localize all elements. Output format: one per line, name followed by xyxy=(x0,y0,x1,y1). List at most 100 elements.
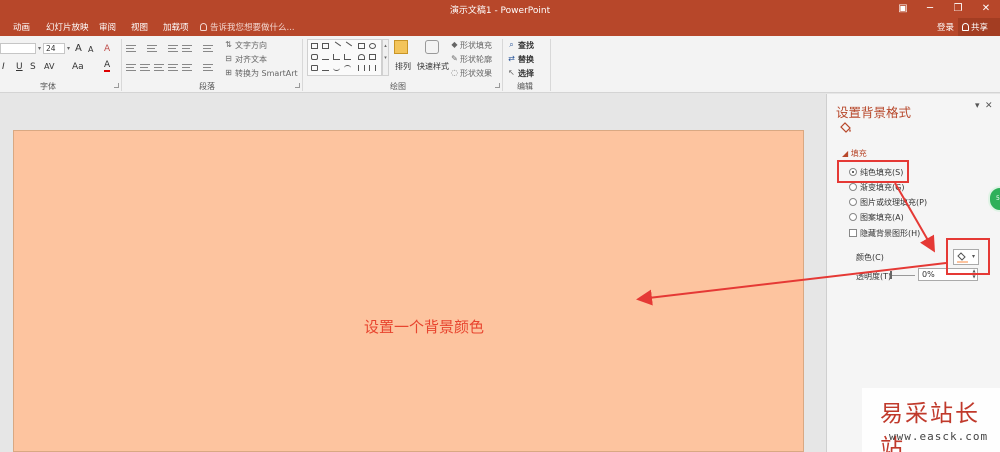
vertical-textbox-shape-icon[interactable] xyxy=(322,43,329,49)
justify-icon[interactable] xyxy=(168,64,178,71)
line-spacing-icon[interactable] xyxy=(203,45,213,52)
select-button[interactable]: 选择 xyxy=(518,68,534,79)
group-separator xyxy=(302,39,303,91)
tell-me-search[interactable]: 告诉我您想要做什么... xyxy=(200,21,295,33)
bullets-icon[interactable] xyxy=(126,45,136,52)
pattern-fill-radio[interactable] xyxy=(849,213,857,221)
close-icon[interactable]: ✕ xyxy=(978,2,994,16)
shadow-icon[interactable]: S xyxy=(30,62,36,72)
slide-canvas[interactable] xyxy=(13,130,804,452)
freeform-shape-icon[interactable] xyxy=(311,65,318,71)
pane-close-icon[interactable]: ✕ xyxy=(985,101,993,111)
curve-shape-icon[interactable] xyxy=(322,65,329,71)
group-separator xyxy=(550,39,551,91)
align-text-icon: ⊟ xyxy=(225,54,232,63)
pattern-fill-label[interactable]: 图案填充(A) xyxy=(860,212,904,223)
replace-button[interactable]: 替换 xyxy=(518,54,534,65)
font-color-icon[interactable]: A xyxy=(104,61,111,72)
align-center-icon[interactable] xyxy=(140,64,150,71)
line-shape-icon[interactable] xyxy=(331,41,342,51)
text-direction-button[interactable]: 文字方向 xyxy=(235,40,267,51)
find-icon: ⌕ xyxy=(509,40,514,49)
find-button[interactable]: 查找 xyxy=(518,40,534,51)
arrow-shape-icon[interactable] xyxy=(342,41,353,51)
shrink-font-icon[interactable]: A xyxy=(88,45,93,54)
transparency-label: 透明度(T) xyxy=(856,272,892,281)
clear-formatting-icon[interactable]: A xyxy=(104,44,110,54)
gradient-fill-label[interactable]: 渐变填充(G) xyxy=(860,182,904,193)
pane-options-icon[interactable]: ▾ xyxy=(975,101,980,111)
paragraph-dialog-launcher-icon[interactable] xyxy=(295,83,300,88)
gradient-fill-radio[interactable] xyxy=(849,183,857,191)
hide-background-graphics-label[interactable]: 隐藏背景图形(H) xyxy=(860,228,920,239)
annotation-box-solid-fill xyxy=(837,160,909,183)
oval-shape-icon[interactable] xyxy=(369,43,376,49)
shapes-gallery[interactable] xyxy=(307,39,382,76)
minimize-icon[interactable]: ─ xyxy=(922,2,938,16)
right-arrow-shape-icon[interactable] xyxy=(358,54,365,60)
shape-effects-button[interactable]: 形状效果 xyxy=(460,68,492,79)
elbow-connector-shape-icon[interactable] xyxy=(333,54,340,60)
numbering-icon[interactable] xyxy=(147,45,157,52)
share-label: 共享 xyxy=(971,23,989,33)
group-separator xyxy=(121,39,122,91)
underline-icon[interactable]: U xyxy=(16,62,23,72)
align-left-icon[interactable] xyxy=(126,64,136,71)
grow-font-icon[interactable]: A xyxy=(75,43,82,54)
arrange-button[interactable]: 排列 xyxy=(395,61,411,72)
shape-fill-button[interactable]: 形状填充 xyxy=(460,40,492,51)
font-name-input[interactable] xyxy=(0,43,36,54)
change-case-icon[interactable]: Aa xyxy=(72,62,84,72)
increase-indent-icon[interactable] xyxy=(182,45,192,52)
ribbon-display-options-icon[interactable]: ▣ xyxy=(895,2,911,16)
slide-text[interactable]: 设置一个背景颜色 xyxy=(364,316,484,337)
rounded-rectangle-shape-icon[interactable] xyxy=(311,54,318,60)
hide-background-graphics-checkbox[interactable] xyxy=(849,229,857,237)
align-right-icon[interactable] xyxy=(154,64,164,71)
watermark-name: 易采站长站 xyxy=(880,401,980,452)
transparency-slider-handle[interactable] xyxy=(890,271,892,279)
quick-styles-button[interactable]: 快速样式 xyxy=(417,61,449,72)
curved-connector-shape-icon[interactable] xyxy=(344,54,351,60)
italic-icon[interactable]: I xyxy=(2,62,5,72)
picture-fill-label[interactable]: 图片或纹理填充(P) xyxy=(860,197,927,208)
arrange-icon xyxy=(394,40,408,54)
align-text-button[interactable]: 对齐文本 xyxy=(235,54,267,65)
down-arrow-shape-icon[interactable] xyxy=(369,54,376,60)
font-size-input[interactable]: 24 xyxy=(43,43,65,54)
tab-review[interactable]: 审阅 xyxy=(99,21,116,33)
character-spacing-icon[interactable]: AV xyxy=(44,62,54,71)
fill-section-header[interactable]: ◢ 填充 xyxy=(842,148,867,159)
wave-shape-icon[interactable] xyxy=(344,65,351,71)
restore-icon[interactable]: ❐ xyxy=(950,2,966,16)
rectangle-shape-icon[interactable] xyxy=(358,43,365,49)
title-bar: 演示文稿1 - PowerPoint ▣ ─ ❐ ✕ xyxy=(0,0,1000,18)
picture-fill-radio[interactable] xyxy=(849,198,857,206)
chevron-down-icon[interactable]: ▾ xyxy=(64,45,73,53)
share-button[interactable]: 共享 xyxy=(958,18,1000,36)
drawing-dialog-launcher-icon[interactable] xyxy=(495,83,500,88)
gallery-scroll[interactable]: ▴ ▾ xyxy=(382,39,389,76)
distribute-icon[interactable] xyxy=(182,64,192,71)
tab-view[interactable]: 视图 xyxy=(131,21,148,33)
triangle-shape-icon[interactable] xyxy=(322,54,329,60)
arc-shape-icon[interactable] xyxy=(333,65,340,71)
bracket-shape-icon[interactable] xyxy=(369,65,376,71)
font-dialog-launcher-icon[interactable] xyxy=(114,83,119,88)
textbox-shape-icon[interactable] xyxy=(311,43,318,49)
shape-outline-button[interactable]: 形状轮廓 xyxy=(460,54,492,65)
login-link[interactable]: 登录 xyxy=(937,21,954,33)
tab-slideshow[interactable]: 幻灯片放映 xyxy=(46,21,89,33)
brace-shape-icon[interactable] xyxy=(358,65,365,71)
window-title: 演示文稿1 - PowerPoint xyxy=(449,6,551,16)
tab-addins[interactable]: 加载项 xyxy=(163,21,189,33)
pane-title: 设置背景格式 xyxy=(836,105,912,120)
fill-bucket-icon[interactable] xyxy=(839,121,852,134)
watermark-url: www.easck.com xyxy=(889,430,989,443)
convert-smartart-button[interactable]: 转换为 SmartArt xyxy=(235,68,298,79)
decrease-indent-icon[interactable] xyxy=(168,45,178,52)
transparency-slider-track[interactable] xyxy=(891,275,915,276)
text-direction-icon: ⇅ xyxy=(225,40,232,49)
tab-animations[interactable]: 动画 xyxy=(13,21,30,33)
columns-icon[interactable] xyxy=(203,64,213,71)
